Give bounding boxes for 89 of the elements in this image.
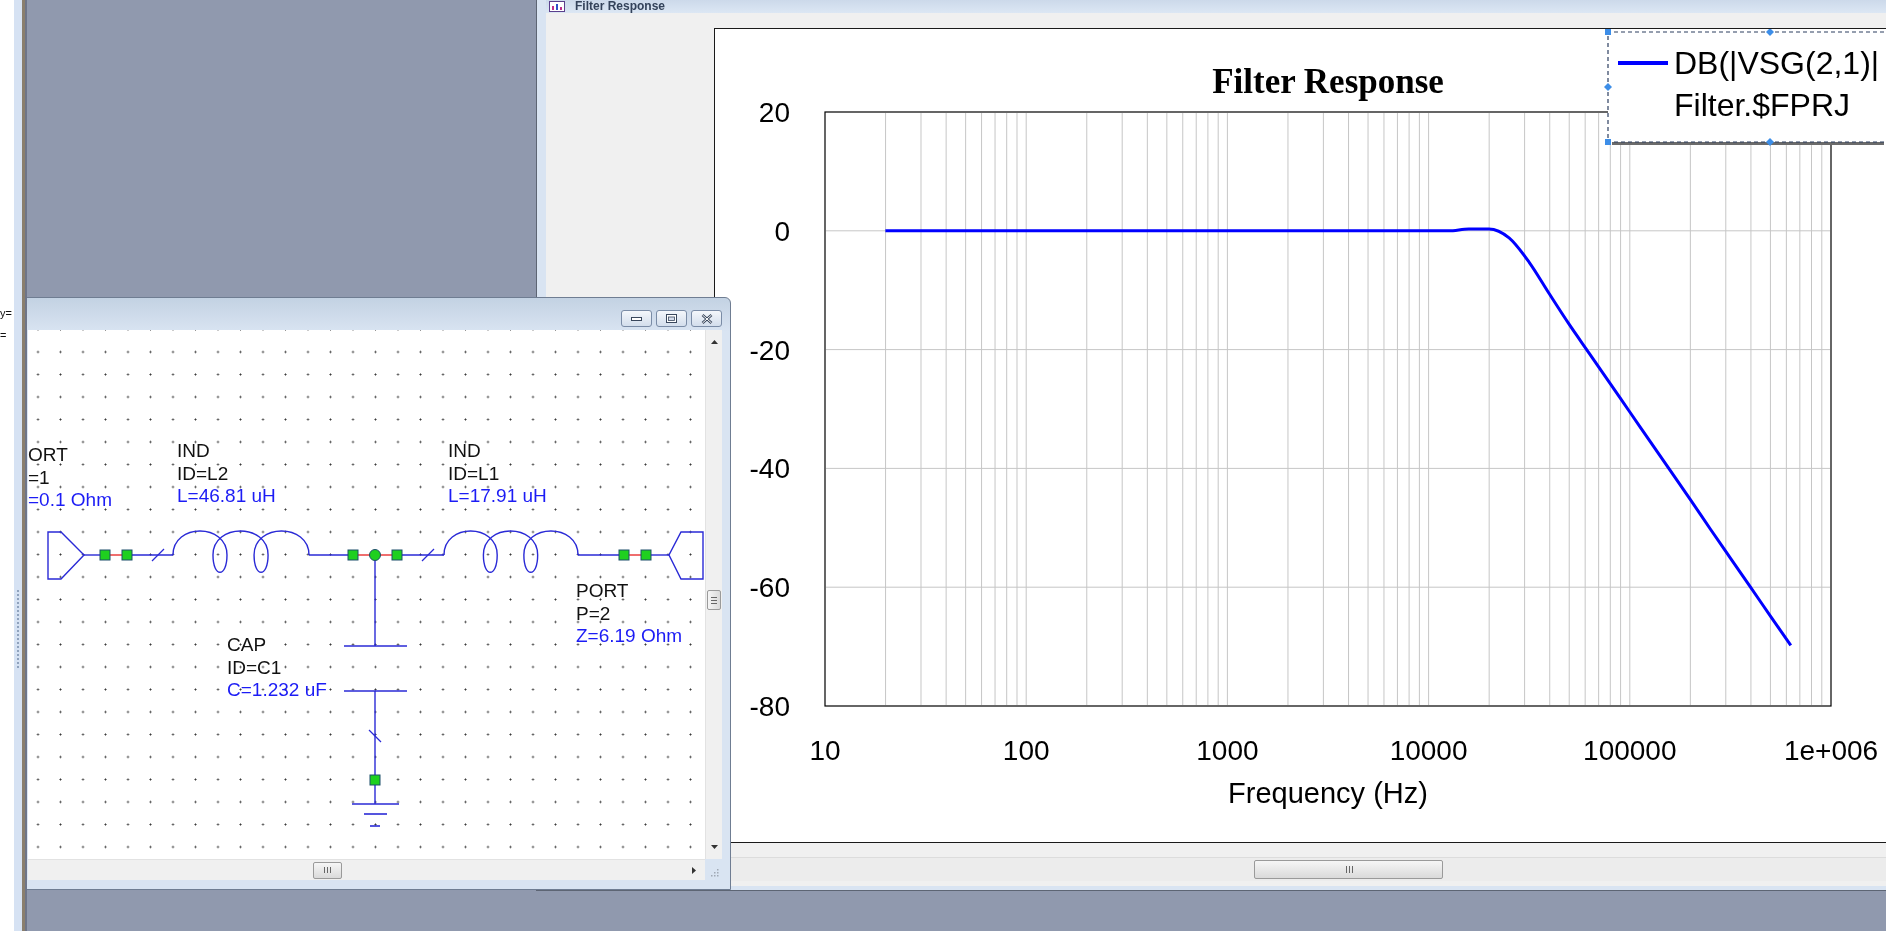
ground-symbol[interactable] xyxy=(351,803,400,827)
y-axis-tick-label: -20 xyxy=(749,334,790,366)
pin-link-line xyxy=(357,554,371,556)
y-axis-tick-label: -80 xyxy=(749,691,790,722)
legend-source-label: Filter.$FPRJ xyxy=(1674,87,1851,123)
minimize-button[interactable] xyxy=(621,310,652,327)
scrollbar-thumb[interactable] xyxy=(313,861,342,879)
x-axis-tick-label: 1000 xyxy=(1196,735,1259,766)
close-icon xyxy=(700,313,713,324)
component-id-label[interactable]: P=2 xyxy=(576,602,611,624)
scrollbar-thumb[interactable] xyxy=(1254,860,1443,879)
scroll-right-arrow-icon[interactable] xyxy=(692,866,696,874)
x-axis-tick-label: 100 xyxy=(1002,735,1050,766)
pin-link-line xyxy=(379,554,393,556)
component-value-label[interactable]: C=1.232 uF xyxy=(227,679,327,700)
wire xyxy=(650,554,670,556)
capacitor-symbol[interactable] xyxy=(343,645,408,692)
inductor-symbol[interactable] xyxy=(443,530,579,573)
wire xyxy=(308,554,349,556)
scrollbar-thumb[interactable] xyxy=(707,590,721,610)
component-value-label[interactable]: =0.1 Ohm xyxy=(28,489,112,510)
splitter-grip-icon[interactable] xyxy=(16,590,20,668)
component-id-label[interactable]: ID=L2 xyxy=(177,462,229,484)
junction-dot-icon xyxy=(369,549,381,561)
component-type-label[interactable]: PORT xyxy=(576,580,629,601)
node-square-icon xyxy=(369,774,381,786)
port-symbol[interactable] xyxy=(47,531,85,580)
node-square-icon xyxy=(347,549,359,561)
wire xyxy=(401,554,445,556)
window-title-bar[interactable]: Filter Response xyxy=(546,0,1886,13)
component-id-label[interactable]: ID=C1 xyxy=(227,656,282,678)
component-type-label[interactable]: CAP xyxy=(227,634,267,655)
vertical-scrollbar[interactable] xyxy=(705,330,722,859)
component-value-label[interactable]: L=17.91 uH xyxy=(448,485,547,506)
wire xyxy=(131,554,174,556)
horizontal-scrollbar[interactable] xyxy=(28,859,705,880)
y-axis-tick-label: -60 xyxy=(749,572,790,604)
component-type-label[interactable]: IND xyxy=(177,440,210,461)
wire-tick-icon xyxy=(421,548,435,562)
x-axis-tick-label: 10 xyxy=(809,735,841,766)
component-type-label[interactable]: IND xyxy=(448,440,481,461)
x-axis-tick-label: 10000 xyxy=(1389,735,1468,766)
component-type-label[interactable]: ORT xyxy=(28,444,68,465)
wire-tick-icon xyxy=(368,729,382,743)
maximize-button[interactable] xyxy=(656,310,687,327)
panel-text: y= xyxy=(0,306,12,321)
horizontal-scrollbar[interactable] xyxy=(731,857,1886,881)
port-symbol[interactable] xyxy=(668,531,704,580)
node-square-icon xyxy=(121,549,133,561)
selection-handle-icon[interactable] xyxy=(1604,83,1612,91)
minimize-icon xyxy=(631,316,642,321)
legend-box[interactable] xyxy=(1607,31,1885,145)
chart-title: Filter Response xyxy=(1212,62,1444,101)
component-id-label[interactable]: ID=L1 xyxy=(448,462,500,484)
selection-handle-icon[interactable] xyxy=(1766,29,1774,36)
scroll-up-arrow-icon[interactable] xyxy=(710,340,718,344)
selection-handle-icon[interactable] xyxy=(1766,138,1774,146)
scroll-down-arrow-icon[interactable] xyxy=(710,845,718,849)
wire xyxy=(83,554,101,556)
x-axis-tick-label: 1e+006 xyxy=(1783,735,1879,766)
legend-swatch-icon xyxy=(1618,61,1668,65)
x-axis-tick-label: 100000 xyxy=(1583,735,1677,766)
node-square-icon xyxy=(618,549,630,561)
inductor-symbol[interactable] xyxy=(172,530,310,573)
legend-label: DB(|VSG(2,1)| xyxy=(1674,45,1880,81)
close-button[interactable] xyxy=(691,310,722,327)
resize-grip-icon[interactable] xyxy=(710,868,719,877)
component-id-label[interactable]: =1 xyxy=(28,466,50,488)
y-axis-tick-label: 0 xyxy=(774,215,790,247)
node-square-icon xyxy=(99,549,111,561)
pin-link-line xyxy=(109,554,123,556)
component-value-label[interactable]: L=46.81 uH xyxy=(177,485,276,506)
wire xyxy=(374,784,376,805)
wire xyxy=(577,554,620,556)
wire-tick-icon xyxy=(151,548,165,562)
node-square-icon xyxy=(640,549,652,561)
node-square-icon xyxy=(391,549,403,561)
y-axis-tick-label: -40 xyxy=(749,453,790,485)
window-title: Filter Response xyxy=(575,0,666,13)
pin-link-line xyxy=(628,554,642,556)
maximize-icon xyxy=(666,314,677,323)
y-axis-tick-label: 20 xyxy=(758,97,790,128)
selection-handle-icon[interactable] xyxy=(1605,139,1611,145)
selection-handle-icon[interactable] xyxy=(1605,29,1611,35)
component-value-label[interactable]: Z=6.19 Ohm xyxy=(576,625,683,646)
panel-text: = xyxy=(0,328,7,343)
x-axis-title: Frequency (Hz) xyxy=(1228,777,1428,809)
graph-icon xyxy=(549,1,565,12)
splitter-bar[interactable] xyxy=(14,0,25,931)
